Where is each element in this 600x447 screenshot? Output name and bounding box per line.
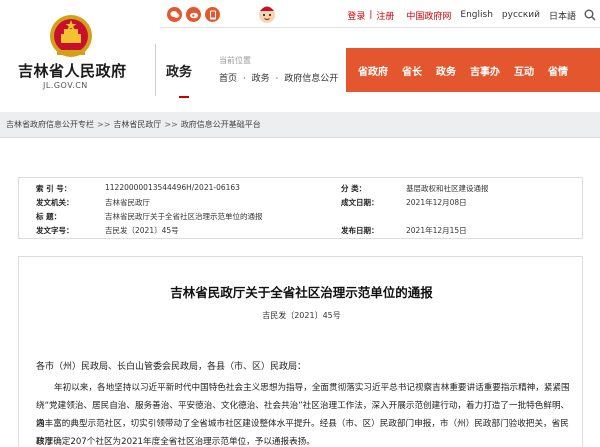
crumb-civil-affairs[interactable]: 吉林省民政厅: [113, 119, 161, 130]
article-paragraph-line: 核准确定207个社区为2021年度全省社区治理示范单位，予以通报表扬。: [36, 437, 315, 447]
nav-item-province-info[interactable]: 省情: [548, 63, 568, 78]
link-separator: |: [369, 10, 373, 20]
meta-index-label: 索 引 号：: [36, 184, 72, 193]
nav-item-interaction[interactable]: 互动: [514, 63, 534, 78]
weibo-icon[interactable]: [186, 7, 201, 22]
meta-docno-label: 发文字号：: [36, 226, 74, 235]
meta-published-value: 2021年12月15日: [406, 226, 467, 235]
mascot-icon[interactable]: [256, 2, 278, 24]
crumb-arrow: >>: [164, 120, 178, 129]
lang-russian[interactable]: русский: [502, 10, 540, 20]
article-paragraph-line: 年初以来，各地坚持以习近平新时代中国特色社会主义思想为指导，全面贯彻落实习近平总…: [54, 383, 570, 393]
national-emblem-icon[interactable]: [47, 14, 95, 60]
nav-item-governor[interactable]: 省长: [402, 63, 422, 78]
meta-category-value: 基层政权和社区建设通报: [406, 184, 489, 193]
top-breadcrumb: 首页 · 政务 · 政府信息公开: [219, 71, 341, 84]
breadcrumb-home[interactable]: 首页: [219, 74, 237, 84]
site-name[interactable]: 吉林省人民政府: [18, 60, 127, 81]
crumb-arrow: >>: [97, 120, 111, 129]
breadcrumb-sep: ·: [242, 74, 246, 84]
section-title-underline: [179, 96, 189, 98]
top-links: 登录 | 注册 中国政府网 English русский 日本語: [347, 8, 600, 22]
register-link[interactable]: 注册: [376, 9, 394, 22]
breadcrumb-sep: ·: [275, 74, 279, 84]
article-title: 吉林省民政厅关于全省社区治理示范单位的通报: [170, 285, 433, 300]
meta-created-value: 2021年12月08日: [406, 198, 467, 207]
meta-docno-value: 吉民发〔2021〕45号: [105, 226, 179, 235]
social-links: [167, 7, 220, 23]
meta-created-label: 成文日期：: [341, 198, 379, 207]
gov-site-link[interactable]: 中国政府网: [406, 9, 451, 22]
nav-item-jishiban[interactable]: 吉事办: [470, 63, 500, 78]
location-label: 当前位置: [219, 56, 251, 65]
lang-english[interactable]: English: [460, 10, 493, 20]
nav-item-gov-affairs[interactable]: 政务: [436, 63, 456, 78]
search-icon[interactable]: [584, 9, 596, 21]
meta-title-value: 吉林省民政厅关于全省社区治理示范单位的通报: [105, 212, 263, 221]
mobile-icon[interactable]: [205, 7, 220, 22]
meta-publisher-value: 吉林省民政厅: [105, 198, 150, 207]
site-header: 吉林省人民政府 JL.GOV.CN 政务 当前位置 首页 · 政务 · 政府信息…: [0, 0, 600, 112]
meta-published-label: 发布日期：: [341, 226, 379, 235]
top-rule: [160, 27, 600, 28]
lang-japanese[interactable]: 日本語: [549, 9, 576, 22]
nav-item-provincial-gov[interactable]: 省政府: [358, 63, 388, 78]
breadcrumb-bar: 吉林省政府信息公开专栏 >> 吉林省民政厅 >> 政府信息公开基础平台: [0, 112, 600, 138]
meta-publisher-label: 发文机关：: [36, 198, 74, 207]
wechat-icon[interactable]: [167, 7, 182, 22]
article-body: 吉林省民政厅关于全省社区治理示范单位的通报 吉民发〔2021〕45号 各市（州）…: [18, 256, 583, 447]
crumb-base-platform[interactable]: 政府信息公开基础平台: [181, 119, 261, 130]
meta-category-label: 分 类：: [341, 184, 367, 193]
section-title: 政务: [166, 65, 193, 80]
breadcrumb-info-disclosure[interactable]: 政府信息公开: [284, 74, 338, 84]
breadcrumb-gov-affairs[interactable]: 政务: [252, 74, 270, 84]
header-divider: [155, 44, 156, 96]
article-doc-number: 吉民发〔2021〕45号: [262, 311, 341, 320]
crumb-info-column[interactable]: 吉林省政府信息公开专栏: [6, 119, 94, 130]
meta-title-label: 标 题：: [36, 212, 62, 221]
login-link[interactable]: 登录: [347, 9, 365, 22]
main-nav: 省政府 省长 政务 吉事办 互动 省情: [346, 48, 600, 92]
document-metadata: 索 引 号： 11220000013544496H/2021-06163 分 类…: [18, 177, 583, 239]
meta-index-value: 11220000013544496H/2021-06163: [105, 183, 240, 192]
article-greeting: 各市（州）民政局、长白山管委会民政局，各县（市、区）民政局：: [36, 362, 307, 372]
site-domain: JL.GOV.CN: [43, 81, 88, 90]
